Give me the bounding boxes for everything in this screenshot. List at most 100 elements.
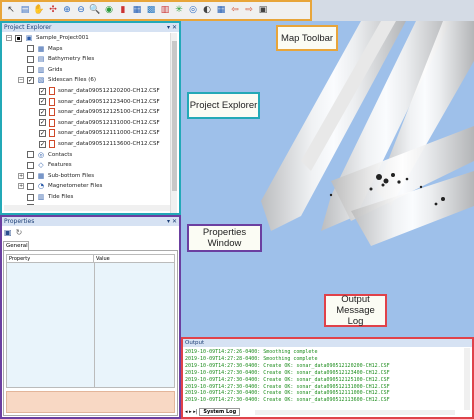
log-horizontal-scrollbar[interactable] [255, 410, 455, 415]
properties-title-bar: Properties ▾ ✕ [2, 217, 179, 226]
tree-item-checkbox[interactable] [27, 66, 34, 74]
pin-icon[interactable]: ▮ [117, 4, 129, 17]
map-view[interactable] [181, 21, 474, 337]
callout-output-text: Output Message Log [336, 294, 375, 327]
image-icon[interactable]: ▩ [145, 4, 157, 17]
app-window: ↖ ▤ ✋ ✣ ⊕ ⊖ 🔍 ◉ ▮ ▦ ▩ ▥ ✳ ◎ ◐ ▦ ⇦ ⇨ ▣ Pr… [0, 0, 474, 419]
system-log[interactable]: 2019-10-09T14:27:26-0400: Smoothing comp… [185, 349, 463, 411]
chart-icon[interactable]: ▥ [159, 4, 171, 17]
tree-item[interactable]: ✓ sonar_data090512125100-CH12.CSF [30, 107, 160, 117]
log-line: 2019-10-09T14:27:30-0400: Create OK: son… [185, 376, 390, 383]
tree-item-checkbox[interactable] [27, 55, 34, 63]
tree-item-label: Magnetometer Files [48, 183, 103, 190]
refresh-icon[interactable]: ↻ [16, 228, 23, 238]
scrollbar-thumb[interactable] [172, 41, 177, 191]
callout-project-explorer: Project Explorer [187, 92, 260, 119]
tree-item-checkbox[interactable]: ✓ [27, 76, 34, 84]
tree-vertical-scrollbar[interactable] [170, 33, 177, 213]
tree-item[interactable]: ◎ Contacts [18, 150, 72, 160]
tree-horizontal-scrollbar[interactable] [4, 205, 170, 211]
tree-item-checkbox[interactable] [27, 45, 34, 53]
properties-toolbar: ▣ ↻ [4, 228, 22, 238]
tree-item-label: Sample_Project001 [36, 35, 89, 41]
zoom-window-icon[interactable]: 🔍 [89, 4, 101, 17]
log-line: 2019-10-09T14:27:30-0400: Create OK: son… [185, 362, 390, 369]
zoom-out-icon[interactable]: ⊖ [75, 4, 87, 17]
tree-item[interactable]: ✓ sonar_data090512131000-CH12.CSF [30, 118, 160, 128]
tree-item-checkbox[interactable] [27, 182, 34, 190]
project-explorer-panel: Project Explorer ▾ ✕ − ▪ ▣ Sample_Project00… [0, 21, 181, 215]
file-icon [49, 97, 55, 106]
globe-icon[interactable]: ◉ [103, 4, 115, 17]
tree-item[interactable]: − ▪ ▣ Sample_Project001 [6, 33, 89, 43]
tree-item[interactable]: ✓ sonar_data090512113600-CH12.CSF [30, 139, 160, 149]
tab-system-log[interactable]: System Log [199, 408, 241, 416]
file-icon [49, 140, 55, 148]
column-header-property: Property [7, 255, 94, 262]
file-icon [49, 108, 55, 117]
tree-item[interactable]: ◇ Features [18, 160, 72, 170]
tree-item[interactable]: ▦ Maps [18, 44, 62, 54]
tree-item[interactable]: + ▦ Sub-bottom Files [18, 171, 94, 181]
tree-item-label: Tide Files [48, 194, 74, 200]
log-line: 2019-10-09T14:27:28-0400: Smoothing comp… [185, 355, 318, 362]
measure-icon[interactable]: ◐ [201, 4, 213, 17]
zoom-extent-icon[interactable]: ✣ [47, 4, 59, 17]
folder-icon: ▣ [25, 34, 33, 42]
sonar-mosaic [261, 21, 474, 246]
forward-arrow-icon[interactable]: ⇨ [243, 4, 255, 17]
page-icon[interactable]: ▤ [19, 4, 31, 17]
tree-item-checkbox[interactable] [27, 151, 34, 159]
tree-item[interactable]: ✓ sonar_data090512111000-CH12.CSF [30, 128, 160, 138]
tree-item-checkbox[interactable] [27, 193, 34, 201]
tab-general[interactable]: General [3, 241, 29, 250]
contacts-icon: ◎ [37, 150, 45, 159]
panel-controls[interactable]: ▾ ✕ [167, 23, 179, 32]
tree-item[interactable]: − ✓ ▧ Sidescan Files (6) [18, 75, 96, 85]
zoom-in-icon[interactable]: ⊕ [61, 4, 73, 17]
file-icon [49, 129, 55, 138]
tool-icon[interactable]: ▣ [257, 4, 269, 17]
panel-controls[interactable]: ▾ ✕ [167, 217, 179, 226]
grid-icon[interactable]: ▦ [215, 4, 227, 17]
tree-item-checkbox[interactable]: ✓ [39, 140, 46, 148]
tab-nav-icons[interactable]: ◂ ▸ ▸| [185, 409, 197, 415]
sidescan-icon: ▧ [37, 76, 45, 85]
file-icon [49, 118, 55, 127]
tree-item[interactable]: ✓ sonar_data090512120200-CH12.CSF [30, 86, 160, 96]
column-header-value: Value [96, 256, 110, 262]
save-icon[interactable]: ▣ [4, 228, 12, 238]
tree-item-checkbox[interactable] [27, 161, 34, 169]
tree-item[interactable]: + ◔ Magnetometer Files [18, 181, 102, 191]
expand-icon[interactable]: + [18, 183, 24, 190]
tree-item-label: Sidescan Files (6) [48, 77, 96, 84]
tree-item-checkbox[interactable]: ▪ [15, 34, 22, 42]
project-tree[interactable]: − ▪ ▣ Sample_Project001 ▦ Maps ▤ Bathymetry Fil… [4, 33, 172, 213]
back-arrow-icon[interactable]: ⇦ [229, 4, 241, 17]
tree-item-checkbox[interactable]: ✓ [39, 129, 46, 137]
pan-hand-icon[interactable]: ✋ [33, 4, 45, 17]
layer-icon[interactable]: ▦ [131, 4, 143, 17]
log-line: 2019-10-09T14:27:30-0400: Create OK: son… [185, 390, 390, 397]
tide-icon: ▥ [37, 193, 45, 201]
tree-item-checkbox[interactable]: ✓ [39, 119, 46, 127]
project-explorer-title-bar: Project Explorer ▾ ✕ [2, 23, 179, 32]
tree-item[interactable]: ▤ Bathymetry Files [18, 54, 94, 64]
map-toolbar: ↖ ▤ ✋ ✣ ⊕ ⊖ 🔍 ◉ ▮ ▦ ▩ ▥ ✳ ◎ ◐ ▦ ⇦ ⇨ ▣ [0, 0, 312, 21]
tree-item[interactable]: ▥ Tide Files [18, 192, 73, 202]
pointer-icon[interactable]: ↖ [5, 4, 17, 17]
tree-item-checkbox[interactable] [27, 172, 34, 180]
log-vertical-scrollbar[interactable] [464, 348, 470, 410]
tree-item-checkbox[interactable]: ✓ [39, 87, 46, 95]
target-icon[interactable]: ◎ [187, 4, 199, 17]
tree-item-checkbox[interactable]: ✓ [39, 108, 46, 116]
tree-item[interactable]: ▥ Grids [18, 65, 62, 75]
expand-icon[interactable]: + [18, 172, 24, 179]
tree-item-checkbox[interactable]: ✓ [39, 98, 46, 106]
tree-item[interactable]: ✓ sonar_data090512123400-CH12.CSF [30, 97, 160, 107]
collapse-icon[interactable]: − [6, 35, 12, 41]
collapse-icon[interactable]: − [18, 77, 24, 84]
settings-icon[interactable]: ✳ [173, 4, 185, 17]
tree-item-label: sonar_data090512111000-CH12.CSF [58, 130, 160, 137]
property-grid[interactable]: Property Value [6, 254, 175, 388]
